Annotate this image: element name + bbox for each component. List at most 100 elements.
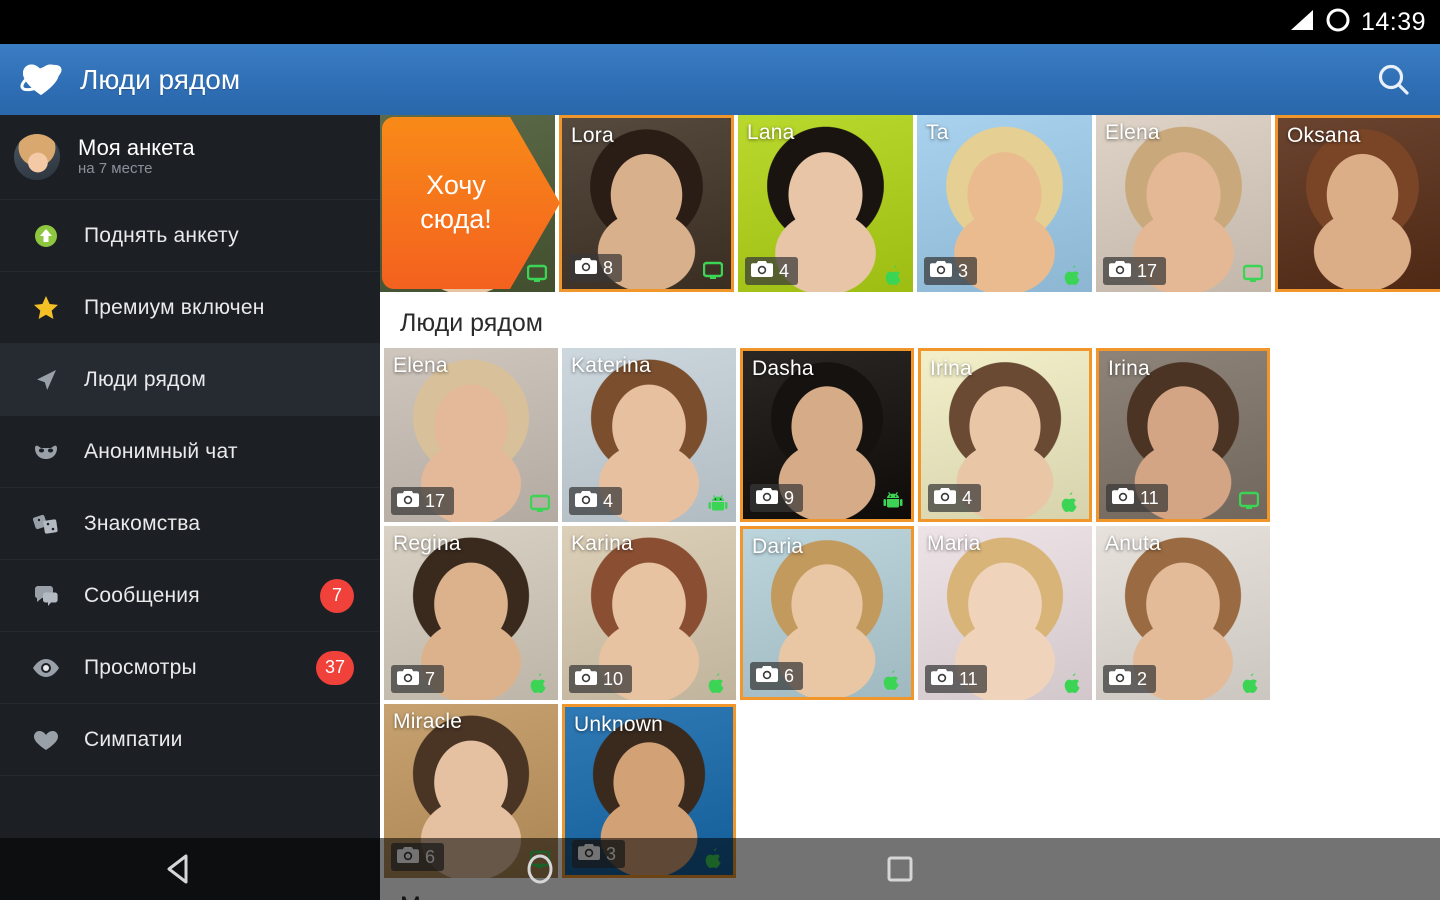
sidebar-item-label: Поднять анкету <box>84 223 239 247</box>
carousel-tile[interactable]: Elena 17 <box>1096 115 1271 292</box>
sidebar: Моя анкета на 7 месте Поднять анкету Прем… <box>0 115 380 900</box>
back-triangle-icon[interactable] <box>120 851 240 887</box>
profile-tile[interactable]: Daria 6 <box>740 526 914 700</box>
promo-banner[interactable]: Хочу сюда! <box>382 117 562 289</box>
monitor-platform-icon <box>702 261 724 281</box>
photo-count: 11 <box>959 668 978 689</box>
profile-tile[interactable]: Irina 4 <box>918 348 1092 522</box>
recents-square-icon[interactable] <box>840 851 960 887</box>
photo-count-badge: 9 <box>750 484 804 512</box>
camera-icon <box>397 668 419 691</box>
profile-tile[interactable]: Maria 11 <box>918 526 1092 700</box>
profile-name: Daria <box>752 535 804 558</box>
sidebar-item-label: Люди рядом <box>84 367 207 391</box>
profile-tile[interactable]: Regina 7 <box>384 526 558 700</box>
profile-name: Maria <box>927 532 981 555</box>
profile-tile[interactable]: Elena 17 <box>384 348 558 522</box>
avatar <box>14 134 60 180</box>
photo-count-badge: 6 <box>750 662 804 690</box>
promo-text: Хочу сюда! <box>382 117 530 289</box>
camera-icon <box>751 260 773 283</box>
sidebar-item-6[interactable]: Сообщения 7 <box>0 560 380 632</box>
carousel-tile[interactable]: Ta 3 <box>917 115 1092 292</box>
system-navigation-bar <box>0 838 1440 900</box>
photo-count-badge: 4 <box>928 484 982 512</box>
profile-name: Lora <box>571 124 614 147</box>
photo-count: 11 <box>1140 487 1159 508</box>
status-bar: 14:39 <box>0 0 1440 44</box>
monitor-platform-icon <box>529 494 551 514</box>
status-clock: 14:39 <box>1360 7 1426 36</box>
home-circle-icon[interactable] <box>480 851 600 887</box>
profile-tile[interactable]: Karina 10 <box>562 526 736 700</box>
sidebar-item-label: Сообщения <box>84 583 200 607</box>
photo-count: 17 <box>425 490 446 511</box>
sidebar-item-5[interactable]: Знакомства <box>0 488 380 560</box>
profile-tile[interactable]: Anuta 2 <box>1096 526 1270 700</box>
app-bar: Люди рядом <box>0 44 1440 115</box>
photo-count: 10 <box>603 668 624 689</box>
photo-count-badge: 2 <box>1103 665 1157 693</box>
dice-icon <box>22 509 70 539</box>
android-platform-icon <box>708 494 728 514</box>
search-icon[interactable] <box>1366 52 1422 108</box>
photo-count-badge: 11 <box>1106 484 1168 512</box>
android-platform-icon <box>883 491 903 511</box>
profile-name: Dasha <box>752 357 814 380</box>
sidebar-item-2[interactable]: Премиум включен <box>0 272 380 344</box>
sidebar-item-label: Премиум включен <box>84 295 265 319</box>
eye-icon <box>22 653 70 683</box>
camera-icon <box>1112 487 1134 510</box>
profile-tile[interactable]: Irina 11 <box>1096 348 1270 522</box>
chat-bubbles-icon <box>22 581 70 611</box>
mask-icon <box>22 437 70 467</box>
profile-tile[interactable]: Dasha 9 <box>740 348 914 522</box>
photo-count-badge: 17 <box>1103 257 1167 285</box>
monitor-platform-icon <box>1238 491 1260 511</box>
profile-name: Unknown <box>574 713 663 736</box>
apple-platform-icon <box>1242 672 1262 693</box>
profile-title: Моя анкета <box>78 134 195 160</box>
profile-name: Karina <box>571 532 633 555</box>
profile-name: Oksana <box>1287 124 1361 147</box>
sidebar-item-label: Симпатии <box>84 727 183 751</box>
sidebar-item-4[interactable]: Анонимный чат <box>0 416 380 488</box>
star-icon <box>22 293 70 323</box>
photo-count-badge: 4 <box>745 257 799 285</box>
photo-count: 7 <box>425 668 436 689</box>
sidebar-item-1[interactable]: Поднять анкету <box>0 200 380 272</box>
apple-platform-icon <box>530 672 550 693</box>
profile-name: Regina <box>393 532 461 555</box>
apple-platform-icon <box>885 264 905 285</box>
sidebar-item-label: Просмотры <box>84 655 197 679</box>
sidebar-item-7[interactable]: Просмотры 37 <box>0 632 380 704</box>
circle-icon <box>1325 7 1351 38</box>
sidebar-item-badge: 7 <box>320 578 354 613</box>
apple-platform-icon <box>708 672 728 693</box>
camera-icon <box>930 260 952 283</box>
photo-count: 2 <box>1137 668 1148 689</box>
section-header: Люди рядом <box>380 295 1440 348</box>
apple-platform-icon <box>1064 264 1084 285</box>
sidebar-item-3[interactable]: Люди рядом <box>0 344 380 416</box>
profile-name: Irina <box>930 357 972 380</box>
profile-name: Katerina <box>571 354 651 377</box>
carousel-tile[interactable]: Lana 4 <box>738 115 913 292</box>
photo-count: 4 <box>779 260 790 281</box>
carousel-tile[interactable]: Lora 8 <box>559 115 734 292</box>
photo-count: 9 <box>784 487 795 508</box>
profile-name: Anuta <box>1105 532 1161 555</box>
profile-tile[interactable]: Katerina 4 <box>562 348 736 522</box>
photo-count-badge: 10 <box>569 665 633 693</box>
photo-count: 3 <box>958 260 969 281</box>
photo-count-badge: 8 <box>569 254 623 282</box>
photo-count-badge: 4 <box>569 487 623 515</box>
section-title: Люди рядом <box>400 309 543 337</box>
sidebar-item-8[interactable]: Симпатии <box>0 704 380 776</box>
photo-count: 4 <box>962 487 973 508</box>
heart-icon <box>22 725 70 755</box>
sidebar-item-my-profile[interactable]: Моя анкета на 7 месте <box>0 115 380 200</box>
promo-line-2: сюда! <box>420 204 492 234</box>
promo-carousel[interactable]: Хочу сюда! Vera15Lora8Lana4Ta3Elena17Oks… <box>380 115 1440 295</box>
carousel-tile[interactable]: Oksana <box>1275 115 1440 292</box>
